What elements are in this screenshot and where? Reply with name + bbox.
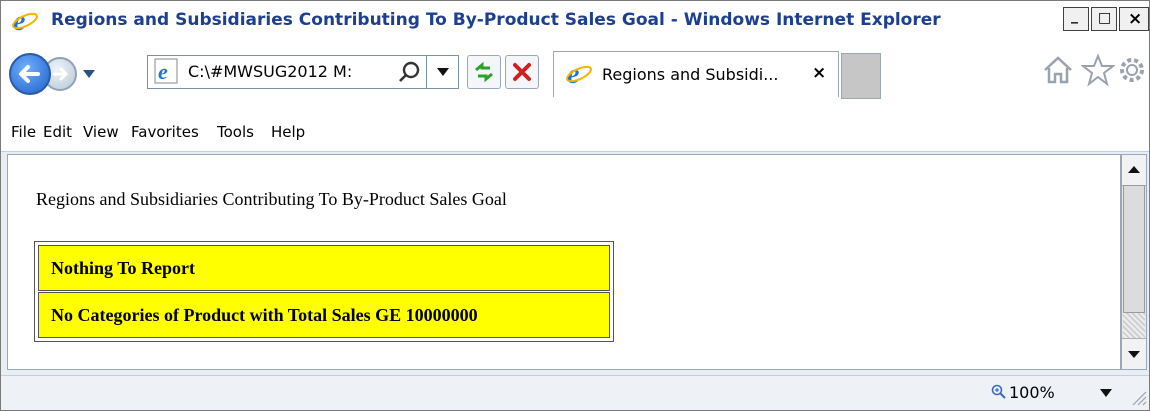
star-icon[interactable] <box>1081 53 1115 87</box>
gear-icon[interactable] <box>1115 53 1149 87</box>
status-bar: 100% <box>1 375 1149 410</box>
maximize-icon: □ <box>1098 10 1112 26</box>
close-icon: × <box>1128 9 1143 29</box>
address-dropdown-button[interactable] <box>426 56 459 88</box>
zoom-icon <box>991 384 1006 399</box>
chevron-down-icon <box>1128 351 1140 358</box>
menu-edit[interactable]: Edit <box>43 123 72 141</box>
svg-text:e: e <box>13 6 25 34</box>
stop-icon <box>513 63 531 81</box>
stop-button[interactable] <box>505 55 539 89</box>
tab-close-icon[interactable]: × <box>812 63 826 83</box>
table-row: Nothing To Report <box>38 245 610 291</box>
history-dropdown-icon[interactable] <box>81 67 97 81</box>
scroll-track[interactable] <box>1123 313 1145 339</box>
page-ie-icon: e <box>154 58 178 84</box>
maximize-button[interactable]: □ <box>1091 7 1117 31</box>
zoom-level: 100% <box>1009 383 1055 402</box>
content-frame: Regions and Subsidiaries Contributing To… <box>1 152 1149 374</box>
refresh-button[interactable] <box>467 55 501 89</box>
minimize-button[interactable]: _ <box>1063 7 1089 31</box>
svg-text:e: e <box>158 59 168 84</box>
zoom-control[interactable]: 100% <box>989 380 1129 406</box>
menu-help[interactable]: Help <box>271 123 305 141</box>
search-icon[interactable] <box>398 60 422 84</box>
window-title: Regions and Subsidiaries Contributing To… <box>51 10 941 30</box>
minimize-icon: _ <box>1071 8 1078 24</box>
ie-logo-icon: e <box>566 59 592 88</box>
home-icon[interactable] <box>1041 53 1075 87</box>
table-row: No Categories of Product with Total Sale… <box>38 292 610 338</box>
ie-logo-icon: e <box>12 6 38 34</box>
page-content: Regions and Subsidiaries Contributing To… <box>7 154 1121 370</box>
title-bar: e Regions and Subsidiaries Contributing … <box>1 1 1149 41</box>
chevron-down-icon[interactable] <box>1099 388 1113 398</box>
chevron-down-icon <box>437 68 449 76</box>
svg-text:e: e <box>567 59 579 88</box>
scroll-up-button[interactable] <box>1122 155 1146 186</box>
scroll-down-button[interactable] <box>1122 338 1146 369</box>
address-input[interactable]: C:\#MWSUG2012 M: <box>188 62 386 81</box>
table-cell-text: No Categories of Product with Total Sale… <box>51 305 478 325</box>
menu-favorites[interactable]: Favorites <box>131 123 199 141</box>
back-arrow-icon <box>19 65 40 83</box>
address-bar[interactable]: e C:\#MWSUG2012 M: <box>147 55 459 89</box>
chevron-up-icon <box>1128 166 1140 173</box>
page-heading: Regions and Subsidiaries Contributing To… <box>36 189 507 209</box>
report-table: Nothing To Report No Categories of Produ… <box>34 241 614 342</box>
table-cell-text: Nothing To Report <box>51 258 196 278</box>
browser-window: e Regions and Subsidiaries Contributing … <box>0 0 1150 411</box>
menu-tools[interactable]: Tools <box>217 123 254 141</box>
back-button[interactable] <box>9 53 51 95</box>
new-tab-button[interactable] <box>841 53 881 99</box>
navigation-bar: e C:\#MWSUG2012 M: e Regions and Subsidi… <box>1 41 1149 111</box>
resize-grip-icon[interactable] <box>1131 388 1147 406</box>
vertical-scrollbar[interactable] <box>1121 154 1147 370</box>
tab-regions[interactable]: e Regions and Subsidi... × <box>553 51 839 97</box>
close-button[interactable]: × <box>1119 7 1149 31</box>
refresh-icon <box>475 61 493 83</box>
tab-label: Regions and Subsidi... <box>602 65 779 84</box>
menu-view[interactable]: View <box>83 123 119 141</box>
menu-bar: File Edit View Favorites Tools Help <box>1 111 1149 152</box>
menu-file[interactable]: File <box>11 123 36 141</box>
scroll-thumb[interactable] <box>1123 185 1145 313</box>
